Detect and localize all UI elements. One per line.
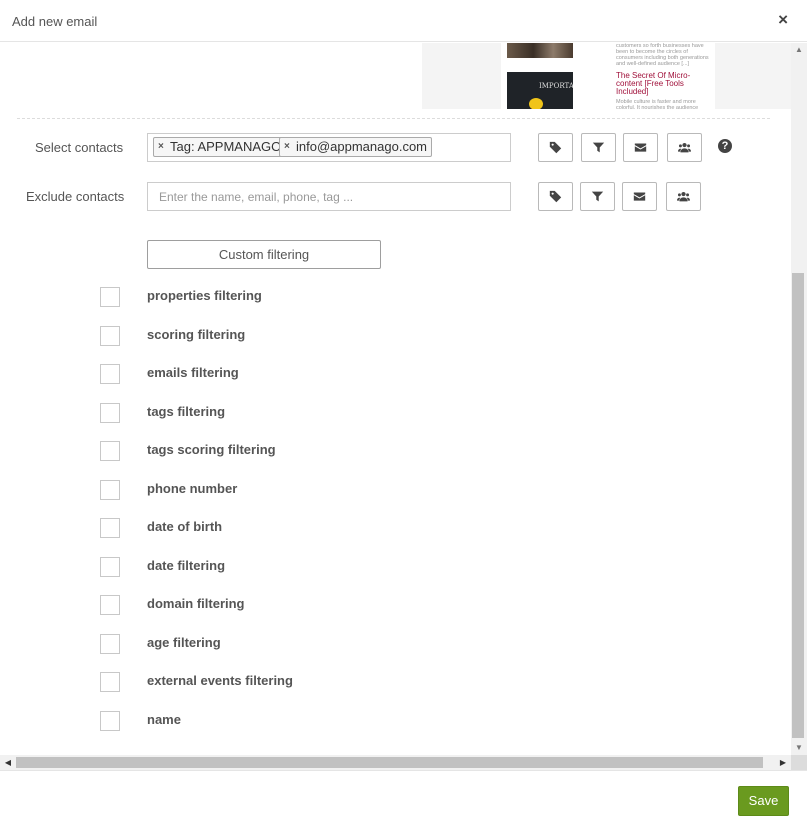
exclude-by-email-button[interactable] <box>622 182 657 211</box>
article-snippet-1: customers so forth businesses have been … <box>616 43 709 67</box>
filter-icon <box>592 142 605 153</box>
checkbox-date-filtering[interactable] <box>100 557 120 577</box>
scrollbar-corner <box>791 755 807 770</box>
article-image-2: IMPORTANT <box>507 72 573 109</box>
checkbox-age-filtering[interactable] <box>100 634 120 654</box>
filter-label: age filtering <box>147 635 221 650</box>
heart-shape <box>529 98 543 109</box>
article-image-1 <box>507 43 573 58</box>
horizontal-scrollbar[interactable]: ◀ ▶ <box>0 755 791 770</box>
select-contacts-input[interactable]: × Tag: APPMANAGO × info@appmanago.com <box>147 133 511 162</box>
filter-label: date of birth <box>147 519 223 534</box>
filter-label: scoring filtering <box>147 327 246 342</box>
tag-icon <box>549 190 562 203</box>
checkbox-scoring-filtering[interactable] <box>100 326 120 346</box>
vertical-scrollbar[interactable]: ▲ ▼ <box>791 43 807 755</box>
modal-title: Add new email <box>12 14 98 29</box>
filter-label: tags scoring filtering <box>147 442 276 457</box>
filter-label: date filtering <box>147 558 226 573</box>
exclude-by-filter-button[interactable] <box>580 182 615 211</box>
checkbox-tags-filtering[interactable] <box>100 403 120 423</box>
scroll-down-arrow-icon[interactable]: ▼ <box>791 741 807 755</box>
scroll-right-arrow-icon[interactable]: ▶ <box>775 755 791 770</box>
filter-label: domain filtering <box>147 596 245 611</box>
horizontal-scroll-thumb[interactable] <box>16 757 763 768</box>
checkbox-phone-number[interactable] <box>100 480 120 500</box>
select-by-email-button[interactable] <box>623 133 658 162</box>
select-by-tag-button[interactable] <box>538 133 573 162</box>
users-icon <box>677 191 690 202</box>
contact-token[interactable]: × Tag: APPMANAGO <box>153 137 287 157</box>
save-button[interactable]: Save <box>738 786 789 816</box>
article-title: The Secret Of Micro-content [Free Tools … <box>616 71 691 96</box>
select-contacts-label: Select contacts <box>35 140 124 155</box>
checkbox-date-of-birth[interactable] <box>100 518 120 538</box>
modal-body: customers so forth businesses have been … <box>0 43 791 755</box>
filter-label: phone number <box>147 481 238 496</box>
envelope-icon <box>634 143 647 152</box>
checkbox-properties-filtering[interactable] <box>100 287 120 307</box>
select-by-filter-button[interactable] <box>581 133 616 162</box>
contact-token[interactable]: × info@appmanago.com <box>279 137 432 157</box>
remove-token-icon[interactable]: × <box>284 138 290 156</box>
filter-label: tags filtering <box>147 404 226 419</box>
close-icon[interactable]: × <box>778 11 788 28</box>
token-text: Tag: APPMANAGO <box>170 139 282 154</box>
checkbox-domain-filtering[interactable] <box>100 595 120 615</box>
scroll-up-arrow-icon[interactable]: ▲ <box>791 43 807 57</box>
email-preview-page: customers so forth businesses have been … <box>501 43 715 111</box>
email-preview: customers so forth businesses have been … <box>422 43 791 111</box>
filter-label: properties filtering <box>147 288 262 303</box>
checkbox-emails-filtering[interactable] <box>100 364 120 384</box>
remove-token-icon[interactable]: × <box>158 138 164 156</box>
help-icon[interactable]: ? <box>718 139 732 153</box>
modal-header: Add new email × <box>0 0 807 42</box>
modal-footer: Save <box>0 770 807 828</box>
tag-icon <box>549 141 562 154</box>
exclude-by-group-button[interactable] <box>666 182 701 211</box>
envelope-icon <box>633 192 646 201</box>
custom-filtering-button[interactable]: Custom filtering <box>147 240 381 269</box>
select-by-group-button[interactable] <box>667 133 702 162</box>
checkbox-tags-scoring-filtering[interactable] <box>100 441 120 461</box>
users-icon <box>678 142 691 153</box>
token-text: info@appmanago.com <box>296 139 427 154</box>
filter-label: emails filtering <box>147 365 239 380</box>
article-snippet-2: Mobile culture is faster and more colorf… <box>616 99 699 111</box>
filter-icon <box>591 191 604 202</box>
scroll-left-arrow-icon[interactable]: ◀ <box>0 755 16 770</box>
exclude-contacts-label: Exclude contacts <box>26 189 125 204</box>
filter-label: name <box>147 712 181 727</box>
image-text: IMPORTANT <box>539 82 573 90</box>
checkbox-name[interactable] <box>100 711 120 731</box>
exclude-contacts-input[interactable] <box>147 182 511 211</box>
vertical-scroll-thumb[interactable] <box>792 273 804 738</box>
exclude-by-tag-button[interactable] <box>538 182 573 211</box>
filter-label: external events filtering <box>147 673 293 688</box>
divider <box>17 118 770 119</box>
checkbox-external-events-filtering[interactable] <box>100 672 120 692</box>
